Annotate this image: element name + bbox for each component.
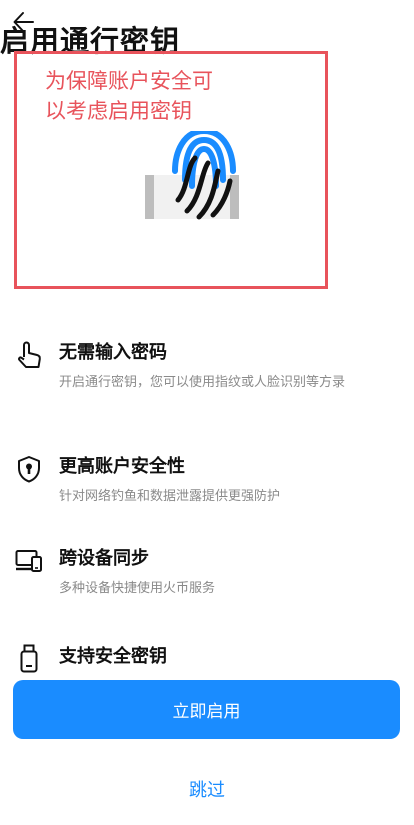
annotation-text: 为保障账户安全可以考虑启用密钥 (45, 69, 213, 123)
feature-list: 无需输入密码 开启通行密钥，您可以使用指纹或人脸识别等方录 更高账户安全性 针对… (0, 330, 414, 680)
feature-description: 多种设备快捷使用火币服务 (59, 581, 216, 596)
hand-pointer-icon (14, 340, 44, 370)
feature-title: 跨设备同步 (59, 548, 149, 569)
skip-button[interactable]: 跳过 (0, 776, 414, 802)
devices-icon (14, 546, 44, 576)
security-key-icon (14, 644, 44, 674)
feature-description: 针对网络钓鱼和数据泄露提供更强防护 (59, 489, 281, 504)
feature-title: 支持安全密钥 (59, 646, 167, 667)
shield-keyhole-icon (14, 454, 44, 484)
enable-now-button[interactable]: 立即启用 (13, 680, 400, 739)
feature-title: 无需输入密码 (59, 342, 167, 363)
feature-description: 开启通行密钥，您可以使用指纹或人脸识别等方录 (59, 375, 346, 390)
feature-title: 更高账户安全性 (59, 456, 185, 477)
fingerprint-illustration (145, 131, 239, 220)
